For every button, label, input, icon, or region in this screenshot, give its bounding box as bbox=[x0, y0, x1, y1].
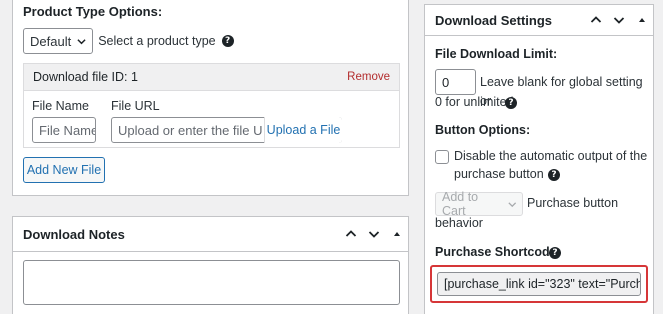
download-file-box: Download file ID: 1 Remove File Name Fil… bbox=[23, 63, 400, 148]
caret-up-icon bbox=[638, 18, 645, 22]
button-options-label: Button Options: bbox=[435, 123, 531, 137]
upload-file-button[interactable]: Upload a File bbox=[264, 117, 342, 143]
disable-output-checkbox[interactable] bbox=[435, 150, 449, 164]
file-limit-input[interactable]: 0 bbox=[435, 69, 476, 95]
shortcode-highlight: [purchase_link id="323" text="Purchase" … bbox=[430, 265, 648, 303]
chevron-down-icon bbox=[368, 231, 379, 238]
download-file-title: Download file ID: 1 bbox=[33, 70, 138, 84]
caret-up-icon bbox=[393, 232, 400, 236]
move-down-button[interactable] bbox=[362, 223, 385, 246]
product-type-row: Default Select a product type ? bbox=[23, 28, 234, 54]
product-type-select-value: Default bbox=[30, 33, 72, 49]
download-settings-header: Download Settings bbox=[425, 5, 653, 36]
product-type-select[interactable]: Default bbox=[23, 28, 94, 54]
file-name-input[interactable]: File Name bbox=[32, 117, 96, 143]
disable-output-label-1: Disable the automatic output of the bbox=[454, 149, 648, 163]
chevron-up-icon bbox=[590, 16, 601, 23]
download-notes-controls bbox=[339, 223, 408, 246]
help-icon[interactable]: ? bbox=[548, 169, 560, 181]
file-limit-help-2: 0 for unlimited bbox=[435, 95, 514, 109]
shortcode-input[interactable]: [purchase_link id="323" text="Purchase" … bbox=[437, 272, 641, 296]
file-url-label: File URL bbox=[111, 99, 160, 113]
download-files-panel: Product Type Options: Default Select a p… bbox=[12, 0, 409, 196]
download-notes-header: Download Notes bbox=[13, 217, 408, 252]
download-settings-title: Download Settings bbox=[435, 12, 552, 28]
chevron-down-icon bbox=[613, 17, 624, 24]
file-limit-label: File Download Limit: bbox=[435, 47, 558, 61]
chevron-up-icon bbox=[345, 230, 356, 237]
download-notes-title: Download Notes bbox=[23, 226, 125, 242]
move-up-button[interactable] bbox=[339, 223, 362, 246]
download-notes-panel: Download Notes bbox=[12, 216, 409, 314]
file-name-label: File Name bbox=[32, 99, 89, 113]
toggle-panel-button[interactable] bbox=[385, 223, 408, 246]
download-settings-controls bbox=[584, 9, 653, 32]
move-down-button[interactable] bbox=[607, 9, 630, 32]
disable-output-label-2: purchase button bbox=[454, 167, 544, 181]
toggle-panel-button[interactable] bbox=[630, 9, 653, 32]
shortcode-label: Purchase Shortcode: bbox=[435, 245, 561, 259]
product-type-helper: Select a product type bbox=[98, 34, 216, 48]
download-file-header: Download file ID: 1 Remove bbox=[24, 64, 399, 91]
purchase-behavior-label-1: Purchase button bbox=[527, 196, 619, 210]
download-notes-textarea[interactable] bbox=[23, 260, 400, 305]
purchase-behavior-label-2: behavior bbox=[435, 216, 483, 230]
help-icon[interactable]: ? bbox=[505, 97, 517, 109]
purchase-behavior-select: Add to Cart bbox=[435, 190, 523, 218]
move-up-button[interactable] bbox=[584, 9, 607, 32]
chevron-down-icon bbox=[77, 38, 86, 44]
help-icon[interactable]: ? bbox=[549, 247, 561, 259]
add-new-file-button[interactable]: Add New File bbox=[23, 157, 105, 183]
product-type-label: Product Type Options: bbox=[23, 4, 163, 19]
download-settings-panel: Download Settings File Download Limit: 0… bbox=[424, 4, 654, 314]
help-icon[interactable]: ? bbox=[221, 35, 234, 47]
file-url-placeholder: Upload or enter the file U bbox=[118, 122, 263, 138]
chevron-down-icon bbox=[507, 201, 516, 207]
remove-link[interactable]: Remove bbox=[347, 71, 390, 83]
